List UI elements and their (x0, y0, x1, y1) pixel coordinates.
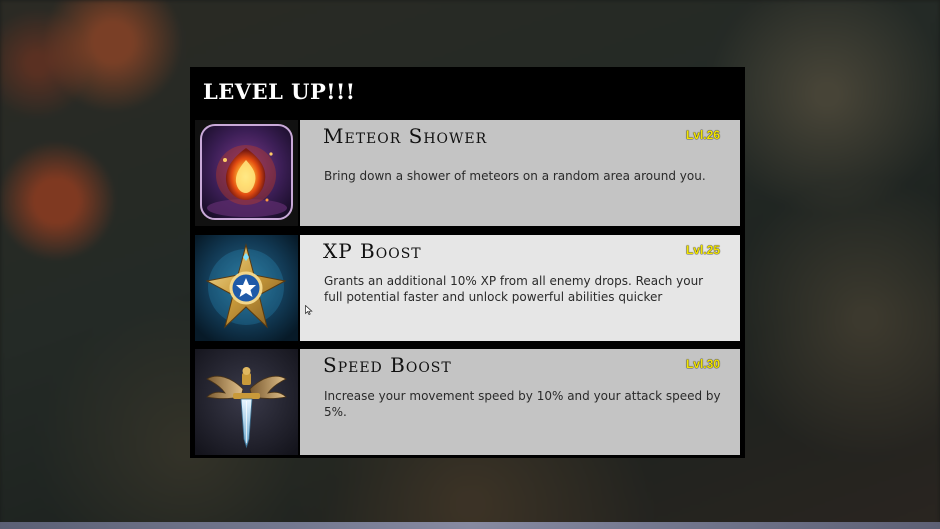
upgrade-card[interactable]: Meteor Shower Lvl.26 Bring down a shower… (300, 120, 740, 226)
upgrade-card[interactable]: XP Boost Lvl.25 Grants an additional 10%… (300, 235, 740, 341)
bottom-hud-bar (0, 522, 940, 529)
upgrade-name: Speed Boost (323, 353, 452, 377)
mouse-cursor-icon (305, 305, 313, 315)
upgrade-level: Lvl.25 (685, 243, 720, 257)
upgrade-level: Lvl.26 (685, 128, 720, 142)
star-badge-icon (195, 235, 298, 341)
upgrade-level: Lvl.30 (685, 357, 720, 371)
meteor-icon (195, 120, 298, 226)
upgrade-description: Grants an additional 10% XP from all ene… (324, 274, 704, 304)
upgrade-description: Increase your movement speed by 10% and … (324, 389, 721, 419)
upgrade-option-meteor-shower[interactable]: Meteor Shower Lvl.26 Bring down a shower… (190, 120, 745, 226)
upgrade-name: Meteor Shower (323, 124, 488, 148)
upgrade-name: XP Boost (323, 239, 422, 263)
upgrade-description: Bring down a shower of meteors on a rand… (324, 169, 706, 183)
upgrade-option-xp-boost[interactable]: XP Boost Lvl.25 Grants an additional 10%… (190, 235, 745, 341)
dialog-title: LEVEL UP!!! (203, 79, 356, 104)
upgrade-option-speed-boost[interactable]: Speed Boost Lvl.30 Increase your movemen… (190, 349, 745, 455)
winged-sword-icon (195, 349, 298, 455)
upgrade-card[interactable]: Speed Boost Lvl.30 Increase your movemen… (300, 349, 740, 455)
level-up-dialog: LEVEL UP!!! Meteor Shower Lvl.26 Bring d… (190, 67, 745, 458)
